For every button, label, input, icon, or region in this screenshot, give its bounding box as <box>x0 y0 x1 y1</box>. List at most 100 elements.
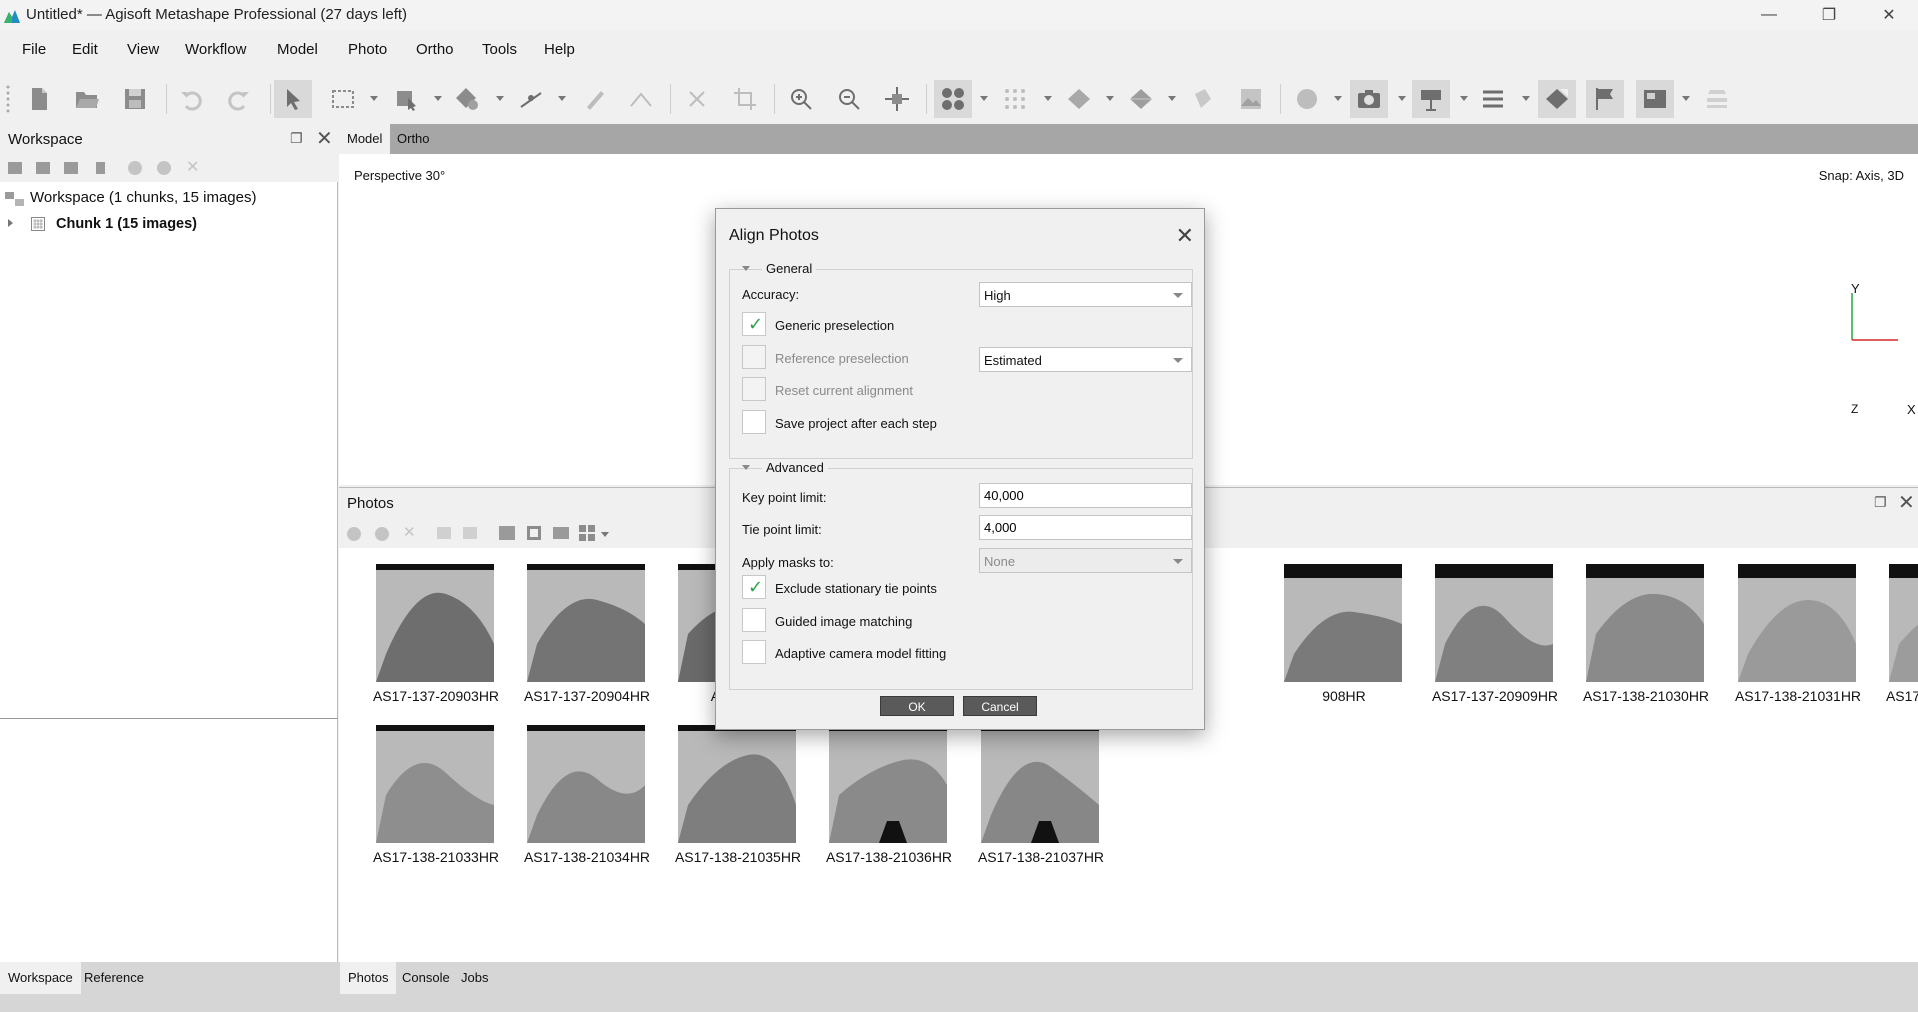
model-textured-icon[interactable] <box>1122 80 1160 118</box>
collapse-advanced-icon[interactable] <box>742 465 750 470</box>
shape-select-icon[interactable] <box>388 80 426 118</box>
binoculars-icon[interactable] <box>499 526 515 540</box>
close-photos-icon[interactable]: ✕ <box>1898 490 1915 515</box>
menu-help[interactable]: Help <box>544 41 575 58</box>
image-overlay-icon[interactable] <box>1636 80 1674 118</box>
collapse-general-icon[interactable] <box>742 266 750 271</box>
new-document-icon[interactable] <box>20 80 58 118</box>
generic-preselection-checkbox[interactable]: ✓ <box>742 312 766 336</box>
view-mode-icon[interactable] <box>579 525 595 541</box>
dialog-close-icon[interactable]: ✕ <box>1176 223 1194 249</box>
menu-file[interactable]: File <box>22 41 46 58</box>
add-folder-icon[interactable] <box>64 162 78 174</box>
menu-tools[interactable]: Tools <box>482 41 517 58</box>
reference-preselection-checkbox[interactable] <box>742 345 766 369</box>
layers-icon[interactable] <box>1698 80 1736 118</box>
tab-reference[interactable]: Reference <box>76 962 152 994</box>
photo-image <box>376 564 494 682</box>
undo-icon[interactable] <box>172 80 210 118</box>
redo-icon[interactable] <box>220 80 258 118</box>
zoom-out-icon[interactable] <box>830 80 868 118</box>
tab-console[interactable]: Console <box>394 962 458 994</box>
remove-items-icon[interactable]: ✕ <box>186 157 199 177</box>
reset-view-icon[interactable] <box>878 80 916 118</box>
close-window-button[interactable]: ✕ <box>1866 0 1912 30</box>
tab-photos[interactable]: Photos <box>340 962 397 994</box>
enable-camera-icon[interactable] <box>347 527 361 541</box>
tab-ortho[interactable]: Ortho <box>389 124 438 154</box>
photo-image <box>376 725 494 843</box>
reset-alignment-checkbox[interactable] <box>742 377 766 401</box>
photo-label: AS17-138-21037HR <box>977 849 1105 865</box>
camera-icon[interactable] <box>1350 80 1388 118</box>
enable-icon[interactable] <box>128 161 142 175</box>
save-project-checkbox[interactable] <box>742 410 766 434</box>
restore-button[interactable]: ❐ <box>1806 0 1852 30</box>
camera-track-icon[interactable] <box>1412 80 1450 118</box>
menu-photo[interactable]: Photo <box>348 41 387 58</box>
menu-ortho[interactable]: Ortho <box>416 41 454 58</box>
guided-matching-checkbox[interactable] <box>742 608 766 632</box>
menu-model[interactable]: Model <box>277 41 318 58</box>
menu-workflow[interactable]: Workflow <box>185 41 246 58</box>
photo-label: AS17-138-21030HR <box>1582 688 1710 704</box>
window-title: Untitled* — Agisoft Metashape Profession… <box>26 6 408 23</box>
tie-point-input[interactable] <box>979 515 1192 540</box>
show-cameras-icon[interactable] <box>934 80 972 118</box>
tab-workspace[interactable]: Workspace <box>0 962 81 994</box>
tab-model[interactable]: Model <box>339 124 391 154</box>
flags-icon[interactable] <box>1586 80 1624 118</box>
adaptive-fitting-checkbox[interactable] <box>742 640 766 664</box>
disable-camera-icon[interactable] <box>375 527 389 541</box>
move-object-icon[interactable] <box>448 80 486 118</box>
guided-matching-label: Guided image matching <box>775 614 913 629</box>
float-photos-icon[interactable]: ❐ <box>1874 494 1887 511</box>
save-icon[interactable] <box>116 80 154 118</box>
ok-button[interactable]: OK <box>880 696 954 716</box>
rotate-right-icon[interactable] <box>463 527 477 539</box>
add-chunk-icon[interactable] <box>8 162 22 174</box>
ruler-icon[interactable] <box>512 80 550 118</box>
save-project-label: Save project after each step <box>775 416 937 431</box>
add-photos-icon[interactable] <box>36 162 50 174</box>
photo-label: AS17-137-20904HR <box>523 688 651 704</box>
add-markers-icon[interactable] <box>96 162 105 174</box>
cancel-button[interactable]: Cancel <box>963 696 1037 716</box>
accuracy-select[interactable]: High <box>979 282 1192 307</box>
draw-polyline-icon[interactable] <box>576 80 614 118</box>
chunk-item[interactable]: Chunk 1 (15 images) <box>56 216 197 232</box>
open-folder-icon[interactable] <box>68 80 106 118</box>
expand-chunk-icon[interactable] <box>8 219 13 227</box>
navigation-cursor-icon[interactable] <box>274 80 312 118</box>
markers-icon[interactable] <box>1538 80 1576 118</box>
reference-preselection-select[interactable]: Estimated <box>979 347 1192 372</box>
zoom-in-icon[interactable] <box>782 80 820 118</box>
minimize-button[interactable]: — <box>1746 0 1792 30</box>
workspace-root-item[interactable]: Workspace (1 chunks, 15 images) <box>30 189 257 206</box>
crop-selection-icon[interactable] <box>726 80 764 118</box>
masks-select[interactable]: None <box>979 548 1192 573</box>
tiled-model-icon[interactable] <box>1184 80 1222 118</box>
model-solid-icon[interactable] <box>1060 80 1098 118</box>
disable-icon[interactable] <box>157 161 171 175</box>
float-panel-icon[interactable]: ❐ <box>290 130 303 147</box>
menu-list-icon[interactable] <box>1474 80 1512 118</box>
point-cloud-icon[interactable] <box>996 80 1034 118</box>
image-quality-icon[interactable] <box>553 527 569 539</box>
general-group: General Accuracy: High ✓ Generic presele… <box>729 261 1193 459</box>
close-panel-icon[interactable]: ✕ <box>316 126 333 151</box>
menu-view[interactable]: View <box>127 41 159 58</box>
exclude-stationary-checkbox[interactable]: ✓ <box>742 575 766 599</box>
menu-edit[interactable]: Edit <box>72 41 98 58</box>
remove-camera-icon[interactable]: ✕ <box>403 523 416 541</box>
globe-icon[interactable] <box>1288 80 1326 118</box>
dem-icon[interactable] <box>1232 80 1270 118</box>
tab-jobs[interactable]: Jobs <box>453 962 496 994</box>
mask-icon[interactable] <box>527 526 541 540</box>
photo-label: AS17-137-20909HR <box>1431 688 1559 704</box>
draw-line-icon[interactable] <box>622 80 660 118</box>
rotate-left-icon[interactable] <box>437 527 451 539</box>
key-point-input[interactable] <box>979 483 1192 508</box>
delete-selection-icon[interactable] <box>678 80 716 118</box>
rectangle-selection-icon[interactable] <box>324 80 362 118</box>
